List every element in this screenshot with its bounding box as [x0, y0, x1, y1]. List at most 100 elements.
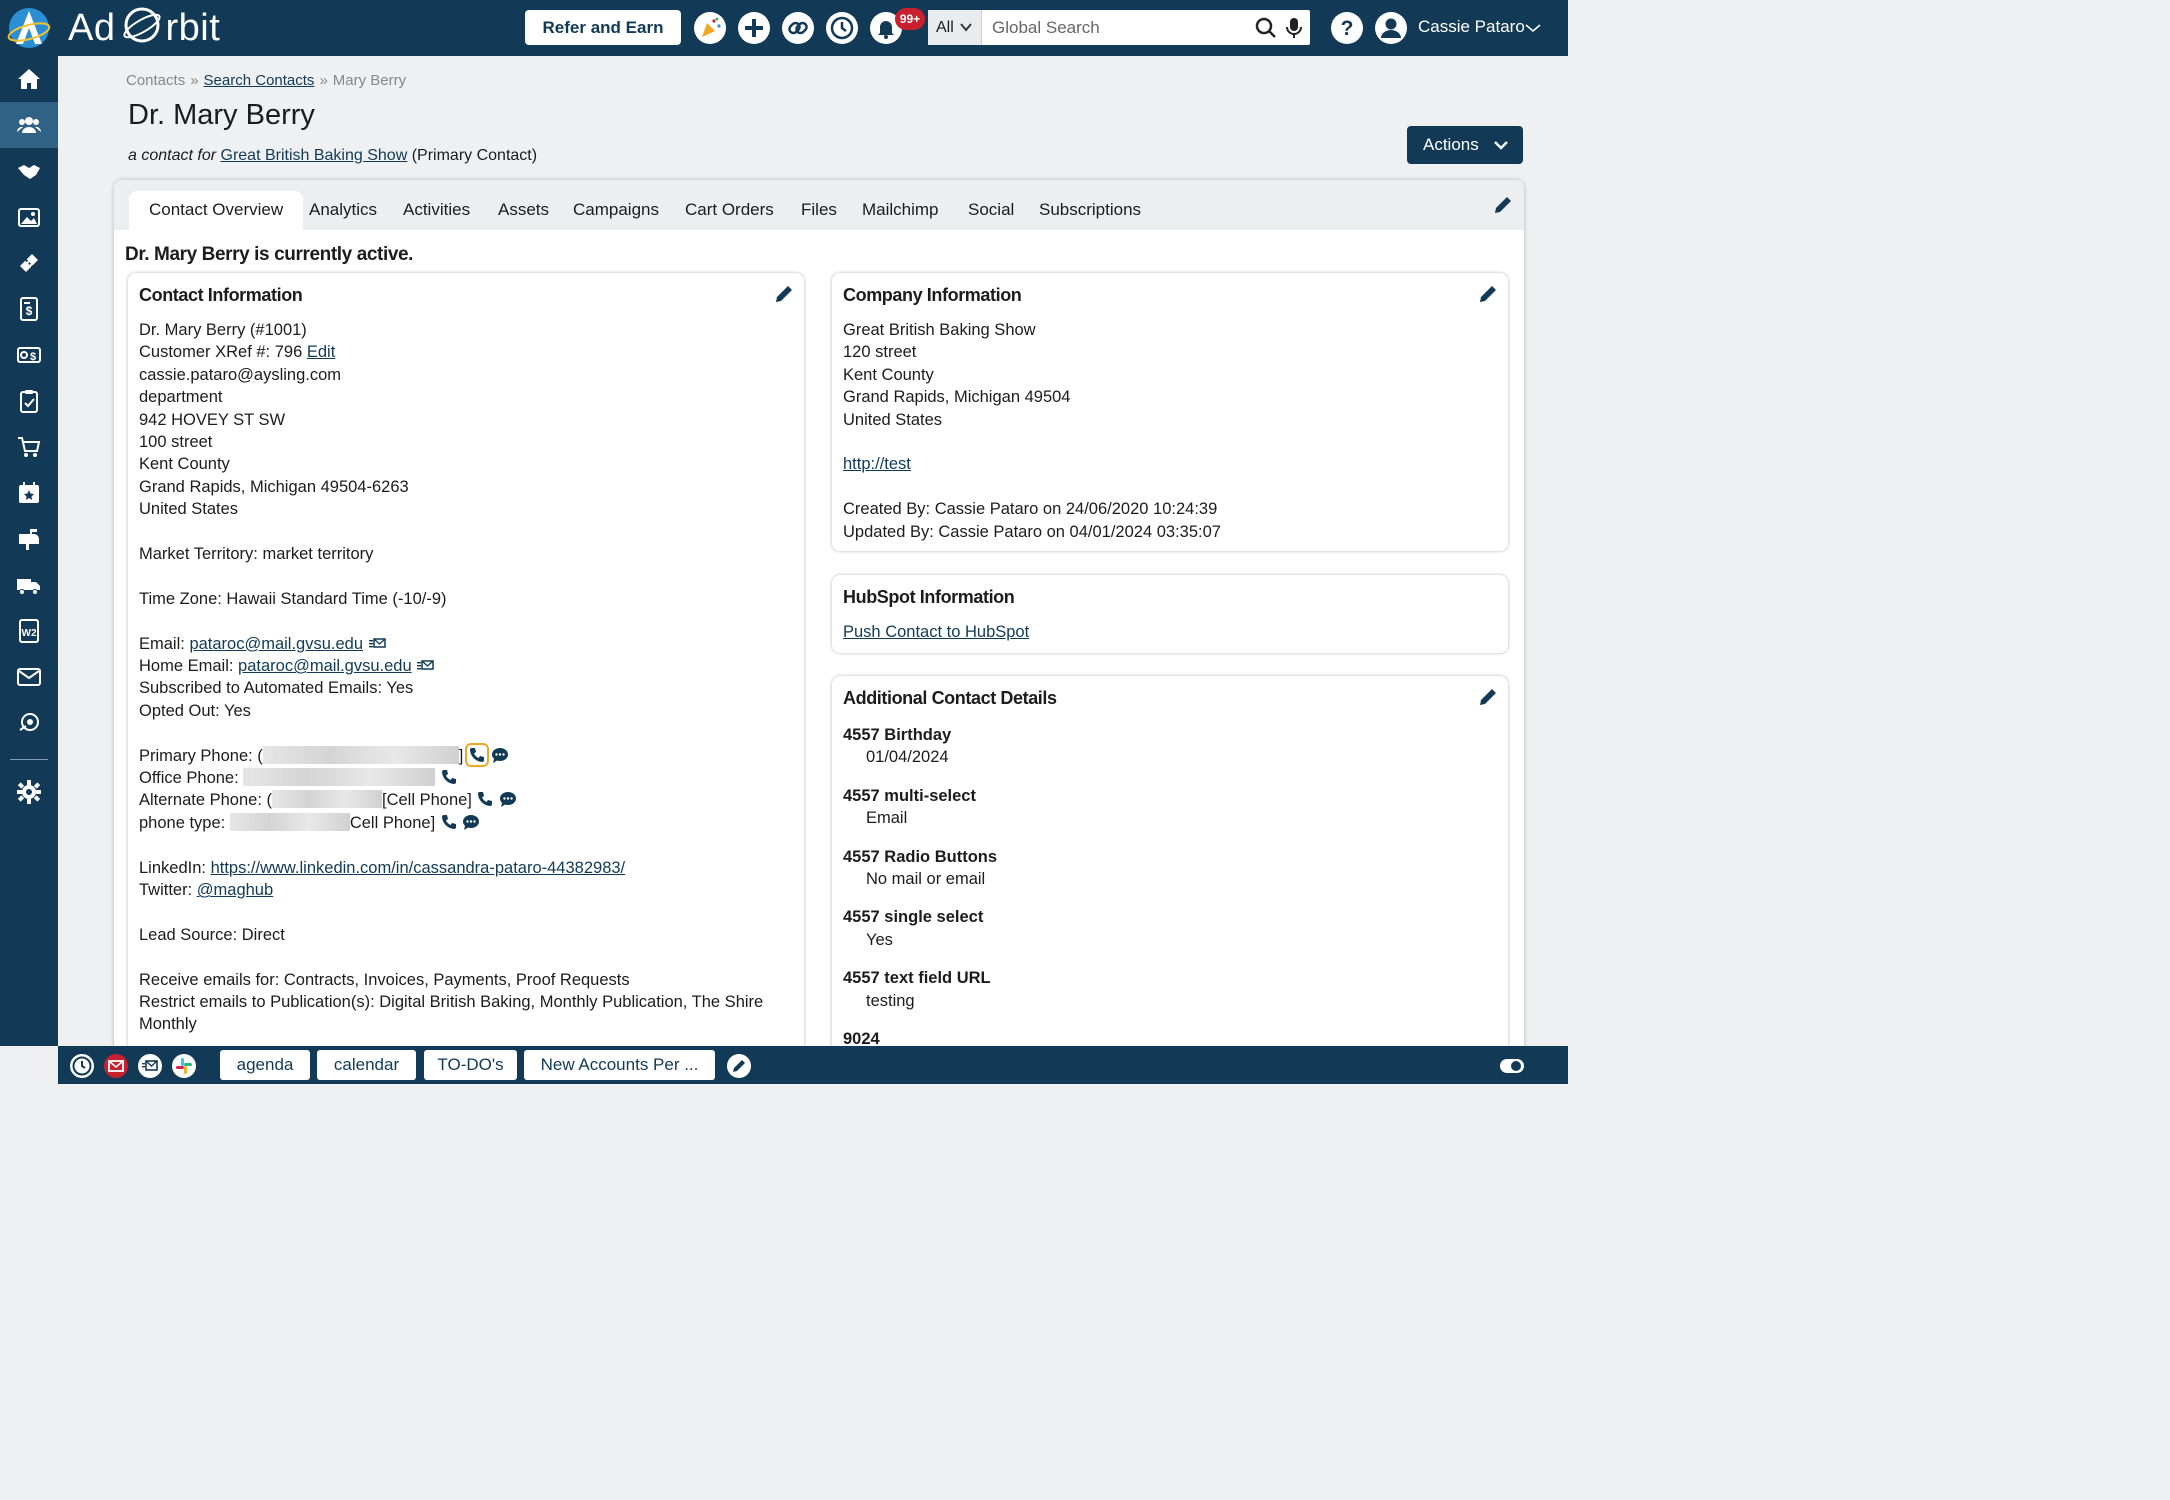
twitter-link[interactable]: @maghub: [197, 881, 273, 899]
svg-text:?: ?: [1341, 17, 1354, 40]
sidebar-item-invoices[interactable]: $: [0, 286, 58, 332]
tab-files[interactable]: Files: [801, 200, 837, 220]
notification-count-badge: 99+: [895, 8, 925, 30]
top-bar: Ad rbit Refer and Earn 99+ All ? Cassie P…: [0, 0, 1568, 56]
sidebar-item-media[interactable]: [0, 194, 58, 240]
tab-mailchimp[interactable]: Mailchimp: [862, 200, 939, 220]
tab-bar: Contact Overview Analytics Activities As…: [114, 180, 1524, 230]
email-alert-icon[interactable]: [103, 1053, 129, 1079]
restrict-emails: Restrict emails to Publication(s): Digit…: [139, 993, 764, 1012]
company-address-line: Kent County: [843, 365, 934, 384]
push-to-hubspot-link[interactable]: Push Contact to HubSpot: [843, 623, 1029, 641]
slack-icon[interactable]: [171, 1053, 197, 1079]
sms-chat-icon[interactable]: [491, 746, 509, 764]
twitter-row: Twitter: @maghub: [139, 879, 763, 901]
adorbit-logo-icon[interactable]: [6, 6, 52, 50]
email-row: Email: pataroc@mail.gvsu.edu: [139, 633, 763, 655]
sms-chat-icon[interactable]: [462, 813, 480, 831]
breadcrumb-root: Contacts: [126, 72, 186, 89]
w2-form-icon: W2: [19, 619, 39, 643]
phone-call-icon[interactable]: [440, 813, 458, 831]
agenda-button[interactable]: agenda: [220, 1050, 310, 1080]
twitter-label: Twitter:: [139, 881, 193, 900]
breadcrumb-search-contacts-link[interactable]: Search Contacts: [204, 72, 315, 89]
page-title: Dr. Mary Berry: [128, 99, 315, 131]
redacted-phone: [229, 812, 350, 831]
alternate-phone-tail: [Cell Phone]: [382, 791, 472, 810]
address-line: Kent County: [139, 455, 230, 474]
lead-source: Lead Source: Direct: [139, 925, 285, 944]
field-label: 4557 multi-select: [843, 786, 976, 805]
gear-icon: [17, 780, 41, 804]
sidebar-item-email[interactable]: [0, 654, 58, 700]
tab-analytics[interactable]: Analytics: [309, 200, 377, 220]
party-popper-icon[interactable]: [693, 11, 727, 45]
link-icon[interactable]: [781, 11, 815, 45]
sidebar-item-payments[interactable]: $: [0, 332, 58, 378]
edit-toolbar-icon[interactable]: [726, 1053, 752, 1079]
help-icon[interactable]: ?: [1330, 11, 1364, 45]
calendar-button[interactable]: calendar: [317, 1050, 416, 1080]
actions-label: Actions: [1423, 135, 1479, 154]
sidebar-item-contacts[interactable]: [0, 102, 58, 148]
compose-email-icon[interactable]: [368, 634, 386, 652]
phone-call-icon[interactable]: [464, 742, 489, 767]
add-icon[interactable]: [737, 11, 771, 45]
compose-email-icon[interactable]: [137, 1053, 163, 1079]
sidebar-item-settings[interactable]: [0, 769, 58, 815]
search-scope-select[interactable]: All: [928, 10, 982, 45]
tab-campaigns[interactable]: Campaigns: [573, 200, 659, 220]
actions-dropdown-button[interactable]: Actions: [1407, 126, 1523, 164]
tab-assets[interactable]: Assets: [498, 200, 549, 220]
email-link[interactable]: pataroc@mail.gvsu.edu: [189, 635, 363, 653]
sms-chat-icon[interactable]: [499, 790, 517, 808]
tab-social[interactable]: Social: [968, 200, 1014, 220]
company-link[interactable]: Great British Baking Show: [221, 147, 408, 164]
pencil-icon[interactable]: [1492, 194, 1514, 216]
tab-cart-orders[interactable]: Cart Orders: [685, 200, 774, 220]
compose-email-icon[interactable]: [416, 656, 434, 674]
sidebar-item-events[interactable]: [0, 470, 58, 516]
global-search-input[interactable]: [984, 10, 1244, 45]
phone-call-icon[interactable]: [476, 790, 494, 808]
brand-text-right: rbit: [165, 7, 221, 49]
pencil-icon[interactable]: [773, 283, 795, 305]
new-accounts-button[interactable]: New Accounts Per ...: [524, 1050, 715, 1080]
sidebar-item-tickets[interactable]: [0, 240, 58, 286]
sidebar-item-cart[interactable]: [0, 424, 58, 470]
breadcrumb-separator: »: [319, 72, 328, 89]
page-subtitle: a contact for Great British Baking Show …: [128, 147, 537, 165]
refer-and-earn-button[interactable]: Refer and Earn: [525, 10, 681, 45]
linkedin-link[interactable]: https://www.linkedin.com/in/cassandra-pa…: [211, 859, 626, 877]
tab-contact-overview[interactable]: Contact Overview: [129, 191, 304, 230]
microphone-icon[interactable]: [1284, 16, 1304, 40]
card-title: Contact Information: [139, 285, 303, 305]
sidebar-item-shipping[interactable]: [0, 562, 58, 608]
user-name[interactable]: Cassie Pataro: [1418, 17, 1525, 37]
sidebar-item-home[interactable]: [0, 56, 58, 102]
tab-subscriptions[interactable]: Subscriptions: [1039, 200, 1141, 220]
sidebar-item-mailbox[interactable]: [0, 516, 58, 562]
sidebar-item-deals[interactable]: [0, 148, 58, 194]
tab-activities[interactable]: Activities: [403, 200, 470, 220]
toggle-switch-icon[interactable]: [1499, 1053, 1525, 1079]
sidebar-item-orbit[interactable]: [0, 700, 58, 746]
company-name: Great British Baking Show: [843, 321, 1036, 339]
address-line: Grand Rapids, Michigan 49504-6263: [139, 477, 409, 496]
pencil-icon[interactable]: [1477, 686, 1499, 708]
search-icon[interactable]: [1254, 16, 1278, 40]
chevron-down-icon[interactable]: [1524, 22, 1542, 34]
svg-text:$: $: [26, 304, 33, 318]
history-clock-icon[interactable]: [825, 11, 859, 45]
phone-call-icon[interactable]: [440, 768, 458, 786]
user-avatar-icon[interactable]: [1374, 11, 1408, 45]
clock-icon[interactable]: [69, 1053, 95, 1079]
company-website-link[interactable]: http://test: [843, 455, 911, 473]
home-email-link[interactable]: pataroc@mail.gvsu.edu: [238, 657, 412, 675]
sidebar-item-tasks[interactable]: [0, 378, 58, 424]
xref-edit-link[interactable]: Edit: [307, 343, 335, 361]
brand-wordmark[interactable]: Ad rbit: [68, 4, 220, 50]
pencil-icon[interactable]: [1477, 283, 1499, 305]
sidebar-item-tax-forms[interactable]: W2: [0, 608, 58, 654]
todos-button[interactable]: TO-DO's: [424, 1050, 517, 1080]
